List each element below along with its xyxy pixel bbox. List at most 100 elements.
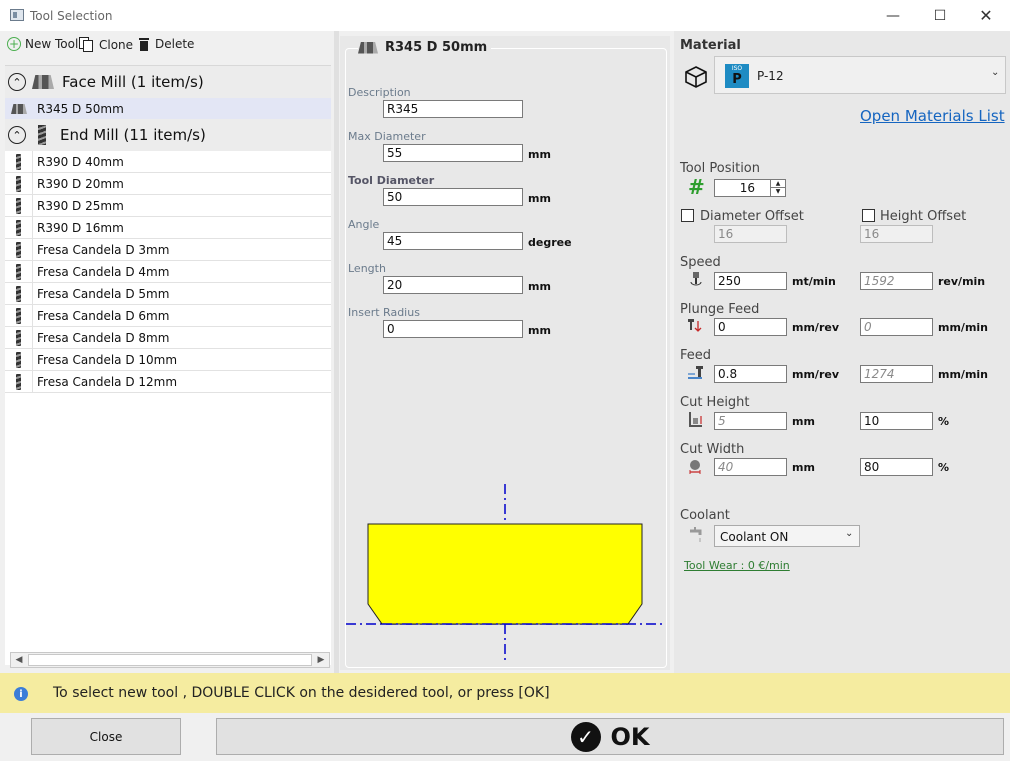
horizontal-scrollbar[interactable]: ◀ ▶	[10, 652, 330, 668]
faucet-icon	[688, 527, 706, 543]
new-tool-button[interactable]: + New Tool	[7, 37, 78, 51]
status-message: To select new tool , DOUBLE CLICK on the…	[53, 685, 550, 701]
plunge-feed-icon	[688, 319, 702, 333]
list-item-label: Fresa Candela D 8mm	[37, 330, 170, 345]
title-bar: Tool Selection — ☐ ✕	[0, 0, 1010, 31]
chevron-up-icon[interactable]: ⌃	[8, 73, 26, 91]
tool-name: R345 D 50mm	[385, 40, 488, 55]
plus-icon: +	[7, 37, 21, 51]
scroll-right-icon[interactable]: ▶	[313, 653, 329, 667]
list-item[interactable]: Fresa Candela D 10mm	[5, 348, 331, 371]
plunge-feed-input[interactable]: 0	[714, 318, 787, 336]
coolant-value: Coolant ON	[720, 530, 789, 544]
end-mill-icon	[5, 326, 33, 349]
list-item-label: Fresa Candela D 12mm	[37, 374, 178, 389]
cut-height-percent-input[interactable]: 10	[860, 412, 933, 430]
list-item[interactable]: Fresa Candela D 6mm	[5, 304, 331, 327]
feed-min-input[interactable]: 1274	[860, 365, 933, 383]
speed-rpm-input[interactable]: 1592	[860, 272, 933, 290]
cut-height-percent-unit: %	[938, 415, 950, 428]
list-item-label: Fresa Candela D 5mm	[37, 286, 170, 301]
cut-width-label: Cut Width	[680, 442, 745, 457]
end-mill-icon	[5, 172, 33, 195]
tool-profile-shape	[367, 523, 643, 625]
list-item[interactable]: Fresa Candela D 12mm	[5, 370, 331, 393]
list-item-label: R390 D 40mm	[37, 154, 124, 169]
coolant-select[interactable]: Coolant ON ⌄	[714, 525, 860, 547]
close-button[interactable]: Close	[31, 718, 181, 755]
minimize-button[interactable]: —	[870, 0, 916, 31]
chevron-up-icon[interactable]: ⌃	[8, 126, 26, 144]
delete-button[interactable]: Delete	[139, 37, 194, 51]
cube-icon	[684, 65, 708, 92]
group-label: Face Mill (1 item/s)	[62, 73, 204, 91]
group-header-end-mill[interactable]: ⌃ End Mill (11 item/s)	[5, 119, 331, 151]
max-diameter-input[interactable]: 55	[383, 144, 523, 162]
list-item[interactable]: Fresa Candela D 5mm	[5, 282, 331, 305]
diameter-offset-label: Diameter Offset	[700, 209, 804, 224]
list-item[interactable]: R390 D 16mm	[5, 216, 331, 239]
panel-splitter[interactable]	[334, 31, 339, 673]
list-item[interactable]: Fresa Candela D 4mm	[5, 260, 331, 283]
list-item[interactable]: R390 D 20mm	[5, 172, 331, 195]
plunge-feed-min-input[interactable]: 0	[860, 318, 933, 336]
scroll-left-icon[interactable]: ◀	[11, 653, 27, 667]
iso-badge: ISO P	[725, 64, 749, 88]
speed-unit: mt/min	[792, 275, 836, 288]
trash-icon	[139, 37, 149, 51]
end-mill-icon	[5, 150, 33, 173]
angle-input[interactable]: 45	[383, 232, 523, 250]
spin-down-icon[interactable]: ▼	[771, 188, 785, 196]
tool-wear-link[interactable]: Tool Wear : 0 €/min	[684, 559, 790, 572]
ok-button[interactable]: ✓ OK	[216, 718, 1004, 755]
group-label: End Mill (11 item/s)	[60, 126, 206, 144]
list-item[interactable]: Fresa Candela D 8mm	[5, 326, 331, 349]
tool-tree: ⌃ Face Mill (1 item/s) R345 D 50mm ⌃ End…	[5, 65, 331, 665]
list-item-label: Fresa Candela D 6mm	[37, 308, 170, 323]
cut-width-percent-input[interactable]: 80	[860, 458, 933, 476]
position-spinner[interactable]: ▲ ▼	[770, 179, 786, 197]
list-item[interactable]: R390 D 40mm	[5, 150, 331, 173]
tool-diameter-input[interactable]: 50	[383, 188, 523, 206]
material-value: P-12	[757, 69, 784, 83]
scroll-thumb[interactable]	[28, 654, 312, 666]
diameter-offset-input[interactable]: 16	[714, 225, 787, 243]
maximize-button[interactable]: ☐	[917, 0, 963, 31]
angle-unit: degree	[528, 236, 572, 249]
speed-rpm-unit: rev/min	[938, 275, 986, 288]
spin-up-icon[interactable]: ▲	[771, 180, 785, 188]
tool-toolbar: + New Tool Clone Delete	[5, 31, 331, 59]
cutting-parameters-panel: Material ISO P P-12 ⌄ Open Materials Lis…	[674, 31, 1010, 673]
cut-height-input[interactable]: 5	[714, 412, 787, 430]
material-select[interactable]: ISO P P-12 ⌄	[714, 56, 1006, 94]
tool-position-input[interactable]: 16	[714, 179, 774, 197]
end-mill-icon	[5, 370, 33, 393]
open-materials-list-link[interactable]: Open Materials List	[860, 107, 1005, 125]
cut-height-icon	[688, 412, 704, 428]
delete-label: Delete	[155, 37, 195, 51]
list-item[interactable]: Fresa Candela D 3mm	[5, 238, 331, 261]
face-mill-icon	[358, 41, 378, 54]
group-header-face-mill[interactable]: ⌃ Face Mill (1 item/s)	[5, 66, 331, 98]
diameter-offset-checkbox[interactable]	[681, 209, 694, 222]
clone-button[interactable]: Clone	[79, 37, 133, 52]
list-item-label: R390 D 20mm	[37, 176, 124, 191]
tool-list-panel: + New Tool Clone Delete ⌃ Face Mill (1 i…	[5, 31, 331, 673]
list-item[interactable]: R390 D 25mm	[5, 194, 331, 217]
tool-item-r345-d50[interactable]: R345 D 50mm	[5, 98, 331, 120]
cut-width-input[interactable]: 40	[714, 458, 787, 476]
speed-input[interactable]: 250	[714, 272, 787, 290]
plunge-feed-min-unit: mm/min	[938, 321, 989, 334]
chevron-down-icon: ⌄	[845, 528, 854, 539]
feed-input[interactable]: 0.8	[714, 365, 787, 383]
close-window-button[interactable]: ✕	[963, 0, 1009, 31]
description-input[interactable]: R345	[383, 100, 523, 118]
height-offset-checkbox[interactable]	[862, 209, 875, 222]
length-input[interactable]: 20	[383, 276, 523, 294]
insert-radius-input[interactable]: 0	[383, 320, 523, 338]
ok-button-label: OK	[610, 722, 650, 751]
tool-header: R345 D 50mm	[358, 40, 492, 55]
iso-class: P	[732, 72, 742, 87]
height-offset-input[interactable]: 16	[860, 225, 933, 243]
insert-radius-label: Insert Radius	[348, 306, 420, 319]
